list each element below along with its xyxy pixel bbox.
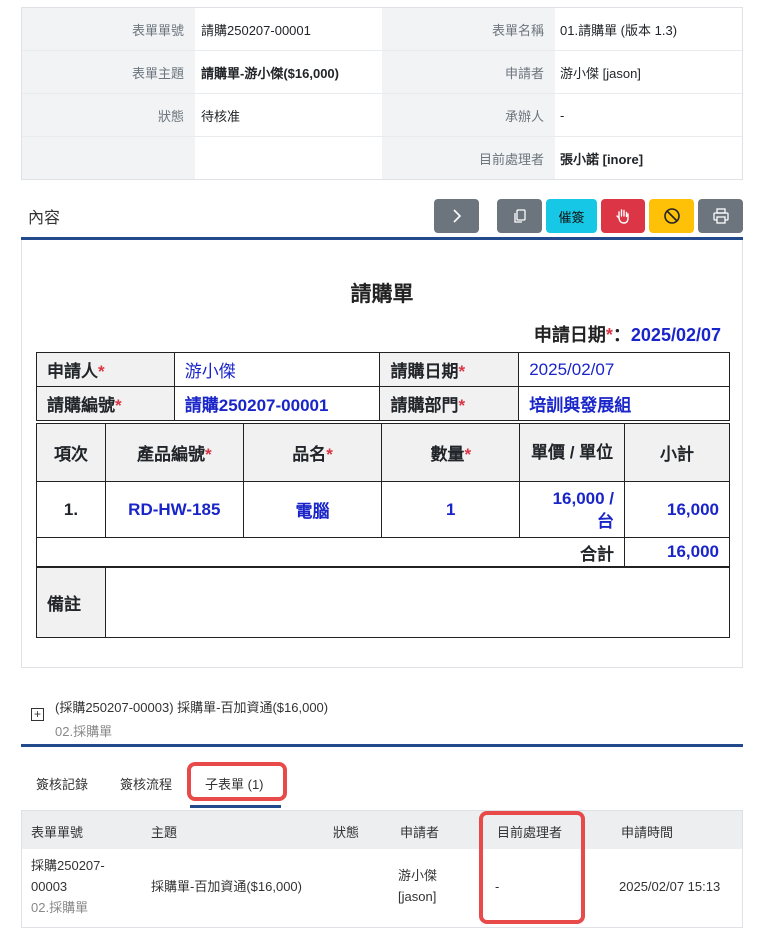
list-col-no: 表單單號 xyxy=(31,825,84,840)
row-name: 電腦 xyxy=(242,481,383,538)
chevron-right-icon xyxy=(452,209,461,223)
row-item: 1. xyxy=(36,481,106,538)
col-name: 品名* xyxy=(242,423,383,482)
col-item: 項次 xyxy=(36,423,106,482)
row-form-no[interactable]: 採購250207- 00003 02.採購單 xyxy=(31,855,105,918)
applicant-cell-value: 游小傑 xyxy=(173,352,381,387)
sub-form-list: 表單單號 主題 狀態 申請者 目前處理者 申請時間 採購250207- 00003… xyxy=(21,810,743,928)
row-price: 16,000 /台 xyxy=(519,481,626,538)
total-label: 合計 xyxy=(35,537,626,567)
form-no-value: 請購250207-00001 xyxy=(201,22,311,38)
section-divider xyxy=(21,744,743,747)
remark-table: 備註 xyxy=(36,567,731,638)
request-date-label: 請購日期* xyxy=(379,352,520,387)
next-button[interactable] xyxy=(434,199,479,233)
request-dept-label: 請購部門* xyxy=(379,386,520,421)
handler-label: 承辦人 xyxy=(382,94,555,136)
empty-label xyxy=(22,137,195,179)
table-row: 1. RD-HW-185 電腦 1 16,000 /台 16,000 xyxy=(36,481,730,538)
subject-value: 請購單-游小傑($16,000) xyxy=(201,65,339,81)
info-row: 目前處理者 張小諾 [inore] xyxy=(22,137,742,179)
active-tab-indicator xyxy=(190,805,281,808)
highlight-box xyxy=(187,762,287,801)
list-col-applicant: 申請者 xyxy=(400,825,440,840)
list-col-subject: 主題 xyxy=(151,825,178,840)
request-no-label: 請購編號* xyxy=(36,386,175,421)
col-qty: 數量* xyxy=(381,423,521,482)
required-mark: * xyxy=(605,325,613,345)
row-subject: 採購單-百加資通($16,000) xyxy=(151,879,302,894)
remind-button[interactable]: 催簽 xyxy=(546,199,597,233)
hand-stop-icon xyxy=(616,209,629,224)
col-price: 單價 / 單位 xyxy=(519,423,626,482)
current-handler-label: 目前處理者 xyxy=(382,137,555,179)
ban-icon xyxy=(663,208,680,224)
applicant-label: 申請者 xyxy=(382,51,555,93)
remark-value xyxy=(104,567,731,638)
info-row: 表單主題 請購單-游小傑($16,000) 申請者 游小傑 [jason] xyxy=(22,51,742,94)
row-time: 2025/02/07 15:13 xyxy=(619,879,721,894)
applicant-value: 游小傑 [jason] xyxy=(560,65,641,81)
status-label: 狀態 xyxy=(22,94,195,136)
highlight-box xyxy=(479,811,585,924)
form-title: 請購單 xyxy=(350,283,414,306)
col-code: 產品編號* xyxy=(104,423,244,482)
copy-button[interactable] xyxy=(497,199,542,233)
current-handler-value: 張小諾 [inore] xyxy=(560,151,644,167)
form-content-box: 請購單 申請日期*：2025/02/07 申請人* 游小傑 請購日期* 2025… xyxy=(21,240,743,668)
request-date-value: 2025/02/07 xyxy=(518,352,730,387)
applicant-cell-label: 申請人* xyxy=(36,352,175,387)
form-no-label: 表單單號 xyxy=(22,8,195,50)
apply-date-label: 申請日期 xyxy=(533,325,606,345)
apply-date: 申請日期*：2025/02/07 xyxy=(533,325,721,345)
status-value: 待核准 xyxy=(201,108,241,124)
expand-plus-icon[interactable]: + xyxy=(31,708,44,721)
tab-sign-flow[interactable]: 簽核流程 xyxy=(120,774,172,793)
form-name-value: 01.請購單 (版本 1.3) xyxy=(560,22,678,38)
row-code: RD-HW-185 xyxy=(104,481,244,538)
subject-label: 表單主題 xyxy=(22,51,195,93)
copy-icon xyxy=(513,209,526,223)
remark-label: 備註 xyxy=(36,567,106,638)
printer-icon xyxy=(712,208,729,224)
request-header-table: 申請人* 游小傑 請購日期* 2025/02/07 請購編號* 請購250207… xyxy=(36,352,730,421)
request-no-value: 請購250207-00001 xyxy=(173,386,381,421)
withdraw-button[interactable] xyxy=(601,199,645,233)
cancel-button[interactable] xyxy=(649,199,694,233)
form-name-label: 表單名稱 xyxy=(382,8,555,50)
total-value: 16,000 xyxy=(624,537,730,567)
handler-value: - xyxy=(560,107,565,123)
total-row: 合計 16,000 xyxy=(35,537,730,567)
content-section-title: 內容 xyxy=(28,210,61,227)
request-dept-value: 培訓與發展組 xyxy=(518,386,730,421)
items-header-row: 項次 產品編號* 品名* 數量* 單價 / 單位 小計 xyxy=(36,423,730,482)
parent-form-link[interactable]: (採購250207-00003) 採購單-百加資通($16,000) xyxy=(55,697,328,716)
info-row: 狀態 待核准 承辦人 - xyxy=(22,94,742,137)
items-table: 項次 產品編號* 品名* 數量* 單價 / 單位 小計 1. RD-HW-185… xyxy=(35,423,730,567)
row-applicant: 游小傑 [jason] xyxy=(398,868,438,904)
list-col-time: 申請時間 xyxy=(621,825,674,840)
tab-sign-log[interactable]: 簽核記錄 xyxy=(36,774,88,793)
apply-date-value: 2025/02/07 xyxy=(630,325,721,345)
list-header: 表單單號 主題 狀態 申請者 目前處理者 申請時間 xyxy=(22,811,742,849)
list-col-status: 狀態 xyxy=(333,825,360,840)
row-qty: 1 xyxy=(381,481,521,538)
form-info-table: 表單單號 請購250207-00001 表單名稱 01.請購單 (版本 1.3)… xyxy=(21,7,743,180)
empty-value xyxy=(195,137,382,179)
info-row: 表單單號 請購250207-00001 表單名稱 01.請購單 (版本 1.3) xyxy=(22,8,742,51)
print-button[interactable] xyxy=(698,199,743,233)
col-subtotal: 小計 xyxy=(624,423,730,482)
parent-form-type: 02.採購單 xyxy=(55,724,113,739)
row-subtotal: 16,000 xyxy=(624,481,730,538)
